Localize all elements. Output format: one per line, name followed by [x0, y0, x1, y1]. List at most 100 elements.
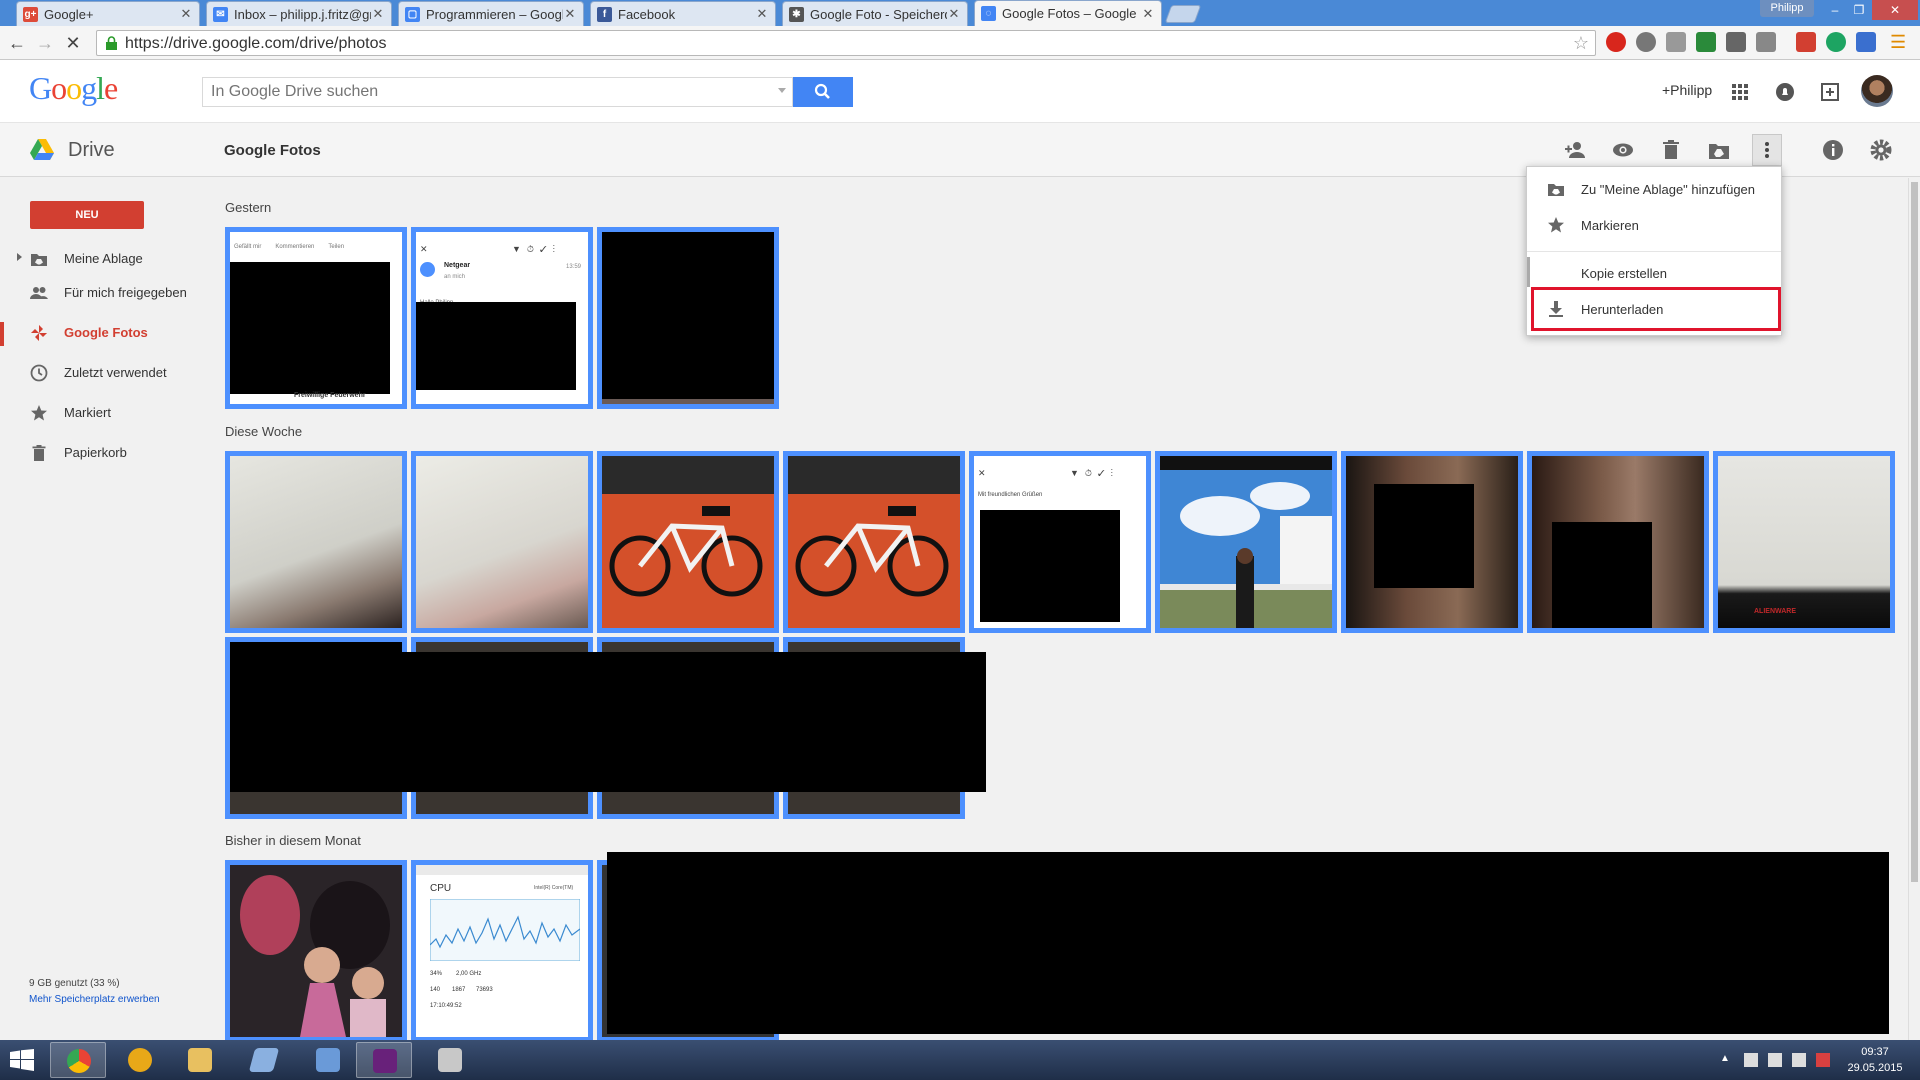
tray-device-icon[interactable] — [1768, 1053, 1782, 1067]
photo-thumbnail[interactable]: ✕ ▼⏱✓⋮ Netgear an mich 13:59 Hallo Phili… — [411, 227, 593, 409]
drive-search-box[interactable] — [202, 77, 793, 107]
window-maximize-button[interactable]: ❐ — [1844, 0, 1874, 20]
search-options-dropdown-icon[interactable] — [778, 88, 786, 93]
settings-gear-icon[interactable] — [1868, 137, 1894, 163]
a1-app-icon — [438, 1048, 462, 1072]
photo-thumbnail[interactable] — [411, 451, 593, 633]
photo-thumbnail[interactable] — [1341, 451, 1523, 633]
more-actions-button[interactable] — [1752, 134, 1782, 166]
forward-arrow-icon[interactable]: → — [34, 32, 56, 54]
taskbar-notepad[interactable] — [236, 1042, 292, 1078]
taskbar-chrome[interactable] — [50, 1042, 106, 1078]
settings-extension-icon[interactable] — [1636, 32, 1656, 52]
account-avatar[interactable] — [1861, 75, 1893, 107]
photo-thumbnail[interactable]: ALIENWARE — [1713, 451, 1895, 633]
photo-thumbnail[interactable] — [1155, 451, 1337, 633]
notifications-bell-icon[interactable] — [1773, 80, 1797, 104]
sidebar-item-starred[interactable]: Markiert — [0, 396, 202, 430]
tray-network-icon[interactable] — [1792, 1053, 1806, 1067]
tab-close-icon[interactable]: ✕ — [1141, 6, 1155, 22]
photo-thumbnail[interactable] — [597, 227, 779, 409]
tab-close-icon[interactable]: ✕ — [563, 6, 577, 22]
taskbar-app-a1[interactable] — [422, 1042, 478, 1078]
share-plus-box-icon[interactable] — [1818, 80, 1842, 104]
sidebar-item-google-photos[interactable]: Google Fotos — [0, 316, 202, 350]
sidebar-item-my-drive[interactable]: Meine Ablage — [0, 242, 202, 276]
screenshot-extension-icon[interactable] — [1666, 32, 1686, 52]
menu-item-add-to-my-drive[interactable]: Zu "Meine Ablage" hinzufügen — [1527, 171, 1781, 207]
photo-thumbnail[interactable] — [783, 451, 965, 633]
photo-thumbnail[interactable]: Gefällt mir Kommentieren Teilen Freiwill… — [225, 227, 407, 409]
taskbar-file-explorer[interactable] — [172, 1042, 228, 1078]
buy-storage-link[interactable]: Mehr Speicherplatz erwerben — [29, 994, 160, 1005]
chrome-menu-icon[interactable]: ☰ — [1890, 32, 1910, 52]
delete-trash-icon[interactable] — [1658, 137, 1684, 163]
bitwarden-extension-icon[interactable] — [1856, 32, 1876, 52]
lock-icon — [106, 36, 117, 50]
browser-tab-facebook[interactable]: f Facebook ✕ — [590, 1, 776, 26]
new-button[interactable]: NEU — [30, 201, 144, 229]
cast-extension-icon[interactable] — [1756, 32, 1776, 52]
eyedropper-extension-icon[interactable] — [1726, 32, 1746, 52]
windows-start-icon[interactable] — [10, 1049, 34, 1071]
menu-item-star[interactable]: Markieren — [1527, 207, 1781, 243]
photo-thumbnail[interactable] — [1527, 451, 1709, 633]
bookmark-star-icon[interactable]: ☆ — [1573, 33, 1589, 54]
browser-tab-inbox[interactable]: ✉ Inbox – philipp.j.fritz@gm ✕ — [206, 1, 392, 26]
taskbar-virtualbox[interactable] — [300, 1042, 356, 1078]
share-add-person-icon[interactable] — [1562, 137, 1588, 163]
translate-extension-icon[interactable] — [1696, 32, 1716, 52]
preview-eye-icon[interactable] — [1610, 137, 1636, 163]
photo-thumbnail[interactable]: ✕ ▼⏱✓⋮ Mit freundlichen Grüßen — [969, 451, 1151, 633]
sidebar-item-shared-with-me[interactable]: Für mich freigegeben — [0, 276, 202, 310]
redaction-box — [230, 262, 390, 394]
browser-tab-programmieren[interactable]: ▢ Programmieren – Google ✕ — [398, 1, 584, 26]
browser-profile-chip[interactable]: Philipp — [1760, 0, 1814, 17]
taskbar-visual-studio[interactable] — [356, 1042, 412, 1078]
tab-close-icon[interactable]: ✕ — [755, 6, 769, 22]
url-text[interactable]: https://drive.google.com/drive/photos — [125, 35, 386, 53]
google-drive-logo-icon[interactable] — [30, 139, 54, 161]
address-bar[interactable]: https://drive.google.com/drive/photos ☆ — [96, 30, 1596, 56]
adblock-extension-icon[interactable] — [1606, 32, 1626, 52]
search-input[interactable] — [203, 78, 763, 106]
evernote-extension-icon[interactable] — [1826, 32, 1846, 52]
tray-flag-icon[interactable] — [1744, 1053, 1758, 1067]
back-arrow-icon[interactable]: ← — [6, 32, 28, 54]
sidebar-item-trash[interactable]: Papierkorb — [0, 436, 202, 470]
scrollbar-thumb[interactable] — [1911, 182, 1918, 882]
taskbar-app-sun[interactable] — [112, 1042, 168, 1078]
browser-tab-google-fotos[interactable]: ◌ Google Fotos – Google D ✕ — [974, 0, 1162, 26]
google-logo[interactable]: Google — [29, 70, 118, 107]
pocket-extension-icon[interactable] — [1796, 32, 1816, 52]
stop-loading-icon[interactable]: ✕ — [62, 32, 84, 54]
new-tab-button[interactable] — [1164, 5, 1202, 23]
photo-thumbnail[interactable] — [225, 451, 407, 633]
menu-item-make-copy[interactable]: Kopie erstellen — [1527, 255, 1781, 291]
photo-thumbnail[interactable] — [597, 451, 779, 633]
mail-sender-text: Netgear — [444, 262, 471, 269]
menu-item-label: Markieren — [1581, 218, 1639, 233]
tray-volume-muted-icon[interactable] — [1816, 1053, 1830, 1067]
taskbar-clock-time[interactable]: 09:37 — [1845, 1046, 1905, 1058]
tray-expand-icon[interactable]: ▲ — [1720, 1053, 1734, 1067]
drive-app-name[interactable]: Drive — [68, 139, 115, 162]
browser-tab-google-plus[interactable]: g+ Google+ ✕ — [16, 1, 200, 26]
logo-letter: G — [29, 70, 52, 106]
browser-tab-speicher[interactable]: ✱ Google Foto - Speicherq ✕ — [782, 1, 968, 26]
apps-grid-icon[interactable] — [1728, 80, 1752, 104]
tab-close-icon[interactable]: ✕ — [947, 6, 961, 22]
window-close-button[interactable]: ✕ — [1872, 0, 1918, 20]
tab-close-icon[interactable]: ✕ — [371, 6, 385, 22]
taskbar-clock-date[interactable]: 29.05.2015 — [1845, 1062, 1905, 1074]
content-scrollbar[interactable] — [1908, 178, 1920, 1040]
google-plus-profile-link[interactable]: +Philipp — [1662, 82, 1712, 98]
search-button[interactable] — [793, 77, 853, 107]
photo-thumbnail[interactable]: CPU Intel(R) Core(TM) 34% 2,00 GHz 140 1… — [411, 860, 593, 1040]
photo-thumbnail[interactable] — [225, 860, 407, 1040]
sidebar-item-recent[interactable]: Zuletzt verwendet — [0, 356, 202, 390]
add-to-drive-icon[interactable] — [1706, 137, 1732, 163]
tab-close-icon[interactable]: ✕ — [179, 6, 193, 22]
info-icon[interactable] — [1820, 137, 1846, 163]
chrome-icon — [67, 1049, 91, 1073]
